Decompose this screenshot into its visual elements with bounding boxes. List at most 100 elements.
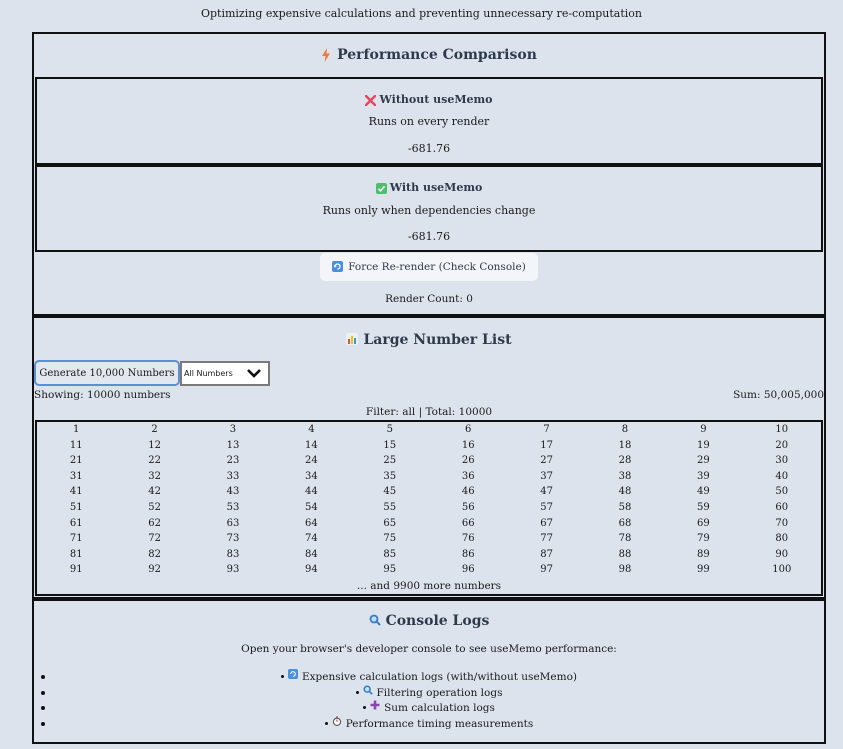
number-cell: 88 (618, 548, 632, 560)
with-usememo-desc: Runs only when dependencies change (322, 204, 536, 217)
number-cell: 77 (540, 533, 553, 545)
number-cell: 20 (775, 439, 789, 451)
force-rerender-row: Force Re-render (Check Console) (34, 252, 824, 281)
performance-panel: Performance Comparison Without useMemo R… (32, 32, 826, 316)
number-cell: 40 (775, 470, 789, 482)
without-usememo-card: Without useMemo Runs on every render -68… (35, 77, 823, 165)
inline-bullet (363, 706, 367, 710)
number-cell: 14 (305, 439, 318, 451)
number-cell: 74 (305, 533, 318, 545)
number-cell: 96 (461, 564, 475, 576)
number-cell: 87 (540, 548, 553, 560)
number-cell: 73 (226, 533, 240, 545)
number-cell: 5 (386, 424, 393, 435)
number-cell: 19 (697, 439, 710, 451)
without-usememo-title-text: Without useMemo (379, 93, 493, 106)
number-cell: 33 (226, 470, 240, 482)
number-cell: 60 (775, 501, 789, 513)
number-cell: 7 (543, 424, 550, 435)
number-cell: 65 (383, 517, 397, 529)
number-cell: 100 (772, 564, 792, 576)
number-cell: 43 (226, 486, 240, 498)
bullet-dot (41, 706, 45, 710)
console-logs-title-text: Console Logs (385, 613, 490, 629)
number-cell: 24 (305, 455, 318, 467)
number-cell: 38 (618, 470, 632, 482)
page-subtitle: Optimizing expensive calculations and pr… (200, 7, 643, 20)
number-cell: 42 (148, 486, 161, 498)
number-cell: 47 (540, 486, 553, 498)
filter-total: Filter: all | Total: 10000 (365, 406, 493, 418)
number-grid: 1 2 3 4 5 6 7 8 9 10 11 12 13 14 15 16 17 18 19 20 21 22 23 24 2… (35, 420, 823, 596)
force-rerender-label: Force Re-render (Check Console) (348, 261, 526, 273)
stopwatch-icon (332, 715, 342, 732)
number-cell: 4 (308, 424, 315, 435)
number-cell: 58 (618, 501, 632, 513)
number-cell: 36 (461, 470, 475, 482)
number-cell: 72 (148, 533, 161, 545)
inline-bullet (355, 690, 359, 694)
chevron-down-icon (247, 369, 261, 378)
number-cell: 78 (618, 533, 632, 545)
inline-bullet (324, 721, 328, 725)
performance-title: Performance Comparison (34, 34, 824, 77)
number-cell: 95 (383, 564, 397, 576)
number-cell: 55 (383, 501, 397, 513)
number-cell: 2 (151, 424, 158, 435)
number-cell: 52 (148, 501, 161, 513)
number-cell: 61 (69, 517, 83, 529)
number-cell: 32 (148, 470, 161, 482)
console-log-item: Performance timing measurements (34, 715, 824, 732)
console-log-text: Sum calculation logs (384, 701, 495, 714)
number-cell: 56 (461, 501, 475, 513)
number-cell: 91 (69, 564, 83, 576)
number-cell: 21 (69, 455, 83, 467)
console-log-text: Expensive calculation logs (with/without… (301, 670, 578, 683)
number-cell: 11 (69, 439, 83, 451)
number-cell: 53 (226, 501, 240, 513)
generate-numbers-button[interactable]: Generate 10,000 Numbers (34, 360, 180, 386)
number-cell: 31 (69, 470, 83, 482)
number-cell: 8 (621, 424, 629, 435)
number-cell: 85 (383, 548, 397, 560)
number-cell: 89 (697, 548, 710, 560)
number-cell: 3 (229, 424, 237, 435)
refresh-icon (287, 669, 298, 685)
number-cell: 41 (69, 486, 83, 498)
number-cell: 46 (461, 486, 475, 498)
number-cell: 37 (540, 470, 553, 482)
number-cell: 63 (226, 517, 240, 529)
without-usememo-value: -681.76 (407, 142, 451, 155)
number-cell: 84 (305, 548, 318, 560)
sum-value: Sum: 50,005,000 (733, 389, 824, 401)
number-cell: 44 (305, 486, 318, 498)
with-usememo-card: With useMemo Runs only when dependencies… (35, 165, 823, 252)
force-rerender-button[interactable]: Force Re-render (Check Console) (320, 253, 538, 281)
performance-title-text: Performance Comparison (337, 47, 537, 63)
number-cell: 28 (618, 455, 632, 467)
with-usememo-title: With useMemo (37, 167, 821, 195)
magnifier-icon (363, 685, 373, 701)
cross-icon (365, 94, 377, 106)
inline-bullet (280, 675, 284, 679)
number-list-title: Large Number List (34, 318, 824, 362)
number-cell: 92 (148, 564, 161, 576)
number-cell: 59 (697, 501, 710, 513)
filter-select[interactable]: All Numbers (180, 361, 270, 386)
number-cell: 49 (697, 486, 710, 498)
number-cell: 90 (775, 548, 789, 560)
with-usememo-value: -681.76 (407, 230, 451, 243)
number-cell: 82 (148, 548, 161, 560)
number-cell: 80 (775, 533, 789, 545)
console-logs-list: Expensive calculation logs (with/without… (34, 669, 824, 731)
bullet-dot (41, 721, 45, 726)
console-log-text: Performance timing measurements (345, 717, 534, 730)
number-cell: 94 (305, 564, 318, 576)
console-logs-title: Console Logs (34, 601, 824, 641)
number-cell: 23 (226, 455, 240, 467)
number-cell: 18 (618, 439, 632, 451)
number-cell: 62 (148, 517, 161, 529)
lightning-icon (322, 48, 331, 62)
number-cell: 25 (383, 455, 397, 467)
number-cell: 67 (540, 517, 553, 529)
